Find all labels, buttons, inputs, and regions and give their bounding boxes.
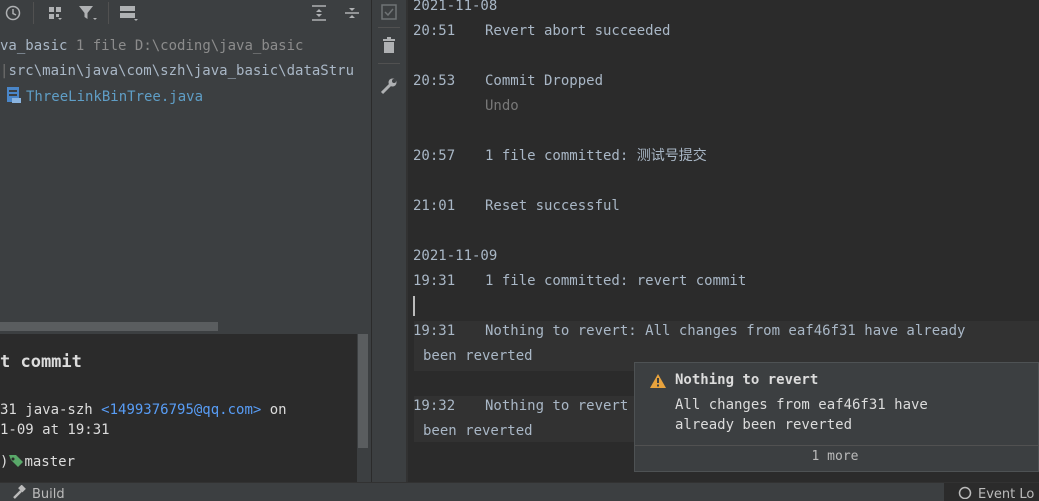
commit-date: 1-09 at 19:31 <box>0 422 110 438</box>
commit-author: 31 java-szh <box>0 402 93 418</box>
log-entry: 19:31 1 file committed: revert commit <box>413 271 746 291</box>
layout-icon[interactable] <box>118 3 140 23</box>
directory-path: src\main\java\com\szh\java_basic\dataStr… <box>8 63 355 79</box>
log-time: 20:51 <box>413 23 456 39</box>
log-continuation: been reverted <box>423 423 533 439</box>
repo-root-row[interactable]: va_basic 1 file D:\coding\java_basic <box>0 36 371 56</box>
notification-title: Nothing to revert <box>675 372 819 388</box>
toolstrip-separator <box>378 27 400 28</box>
notification-body-line: All changes from eaf46f31 have <box>675 397 928 413</box>
log-time: 21:01 <box>413 198 456 214</box>
group-by-icon[interactable] <box>45 3 65 23</box>
collapse-all-icon[interactable] <box>342 3 362 23</box>
log-entry: 19:32 Nothing to revert <box>413 396 628 416</box>
tag-icon <box>8 454 24 474</box>
repo-name: va_basic <box>0 38 68 54</box>
wrench-icon[interactable] <box>380 77 398 95</box>
filter-icon[interactable] <box>77 3 99 23</box>
file-name[interactable]: ThreeLinkBinTree.java <box>26 89 203 105</box>
directory-row[interactable]: |src\main\java\com\szh\java_basic\dataSt… <box>0 61 371 81</box>
log-entry: 20:53 Commit Dropped <box>413 71 603 91</box>
commit-branch-line: ) master <box>0 452 75 474</box>
undo-link[interactable]: Undo <box>485 96 519 116</box>
build-tool-button[interactable]: Build <box>12 484 65 501</box>
event-log-label: Event Lo <box>978 486 1035 501</box>
file-row[interactable]: ThreeLinkBinTree.java <box>6 86 377 110</box>
changes-toolbar <box>0 0 371 26</box>
log-entry: 20:51 Revert abort succeeded <box>413 21 670 41</box>
event-log-toolstrip <box>372 0 406 482</box>
log-message: Commit Dropped <box>485 73 604 89</box>
branch-name[interactable]: master <box>24 454 75 470</box>
more-notifications-link[interactable]: 1 more <box>635 449 1035 464</box>
log-time: 19:32 <box>413 398 456 414</box>
log-message: 1 file committed: 测试号提交 <box>485 148 707 164</box>
warning-icon <box>649 373 667 393</box>
event-log-tool-button[interactable]: Event Lo <box>958 485 1034 501</box>
notification-body: All changes from eaf46f31 have already b… <box>675 395 975 435</box>
history-icon[interactable] <box>3 3 23 23</box>
log-time: 19:31 <box>413 273 456 289</box>
log-date-header: 2021-11-08 <box>413 0 498 14</box>
commit-title: t commit <box>0 352 82 372</box>
build-label: Build <box>32 486 65 501</box>
log-entry: 20:57 1 file committed: 测试号提交 <box>413 146 707 166</box>
branch-prefix: ) <box>0 454 9 470</box>
notification-separator <box>635 445 1039 446</box>
trash-icon[interactable] <box>380 36 398 54</box>
log-time: 20:53 <box>413 73 456 89</box>
log-time: 19:31 <box>413 323 456 339</box>
log-message: Nothing to revert <box>485 398 629 414</box>
log-continuation: been reverted <box>423 348 533 364</box>
repo-file-count: 1 file <box>75 38 127 54</box>
log-message: Revert abort succeeded <box>485 23 671 39</box>
log-time: 20:57 <box>413 148 456 164</box>
log-entry: 19:31 Nothing to revert: All changes from… <box>413 321 965 341</box>
log-entry: 21:01 Reset successful <box>413 196 620 216</box>
toolbar-separator <box>108 2 109 24</box>
log-message: 1 file committed: revert commit <box>485 273 747 289</box>
expand-all-icon[interactable] <box>309 3 329 23</box>
event-log-icon <box>958 485 972 501</box>
repo-path: D:\coding\java_basic <box>134 38 304 54</box>
horizontal-scrollbar[interactable] <box>0 322 218 331</box>
hammer-icon <box>12 484 26 501</box>
commit-email[interactable]: <1499376795@qq.com> <box>101 402 261 418</box>
toolstrip-separator <box>378 63 400 64</box>
commit-author-line: 31 java-szh <1499376795@qq.com> on <box>0 400 287 420</box>
notification-body-line: already been reverted <box>675 417 853 433</box>
log-message: Nothing to revert: All changes from eaf4… <box>485 323 966 339</box>
toolbar-separator <box>33 2 34 24</box>
commit-on: on <box>269 402 287 418</box>
java-file-icon <box>6 86 22 110</box>
log-message: Reset successful <box>485 198 620 214</box>
commit-check-icon[interactable] <box>380 3 398 21</box>
vertical-scrollbar[interactable] <box>358 334 368 448</box>
status-bar: Build Event Lo <box>0 482 1039 501</box>
text-caret <box>413 296 415 316</box>
notification-balloon[interactable]: Nothing to revert All changes from eaf46… <box>634 362 1039 472</box>
log-date-header: 2021-11-09 <box>413 248 498 264</box>
